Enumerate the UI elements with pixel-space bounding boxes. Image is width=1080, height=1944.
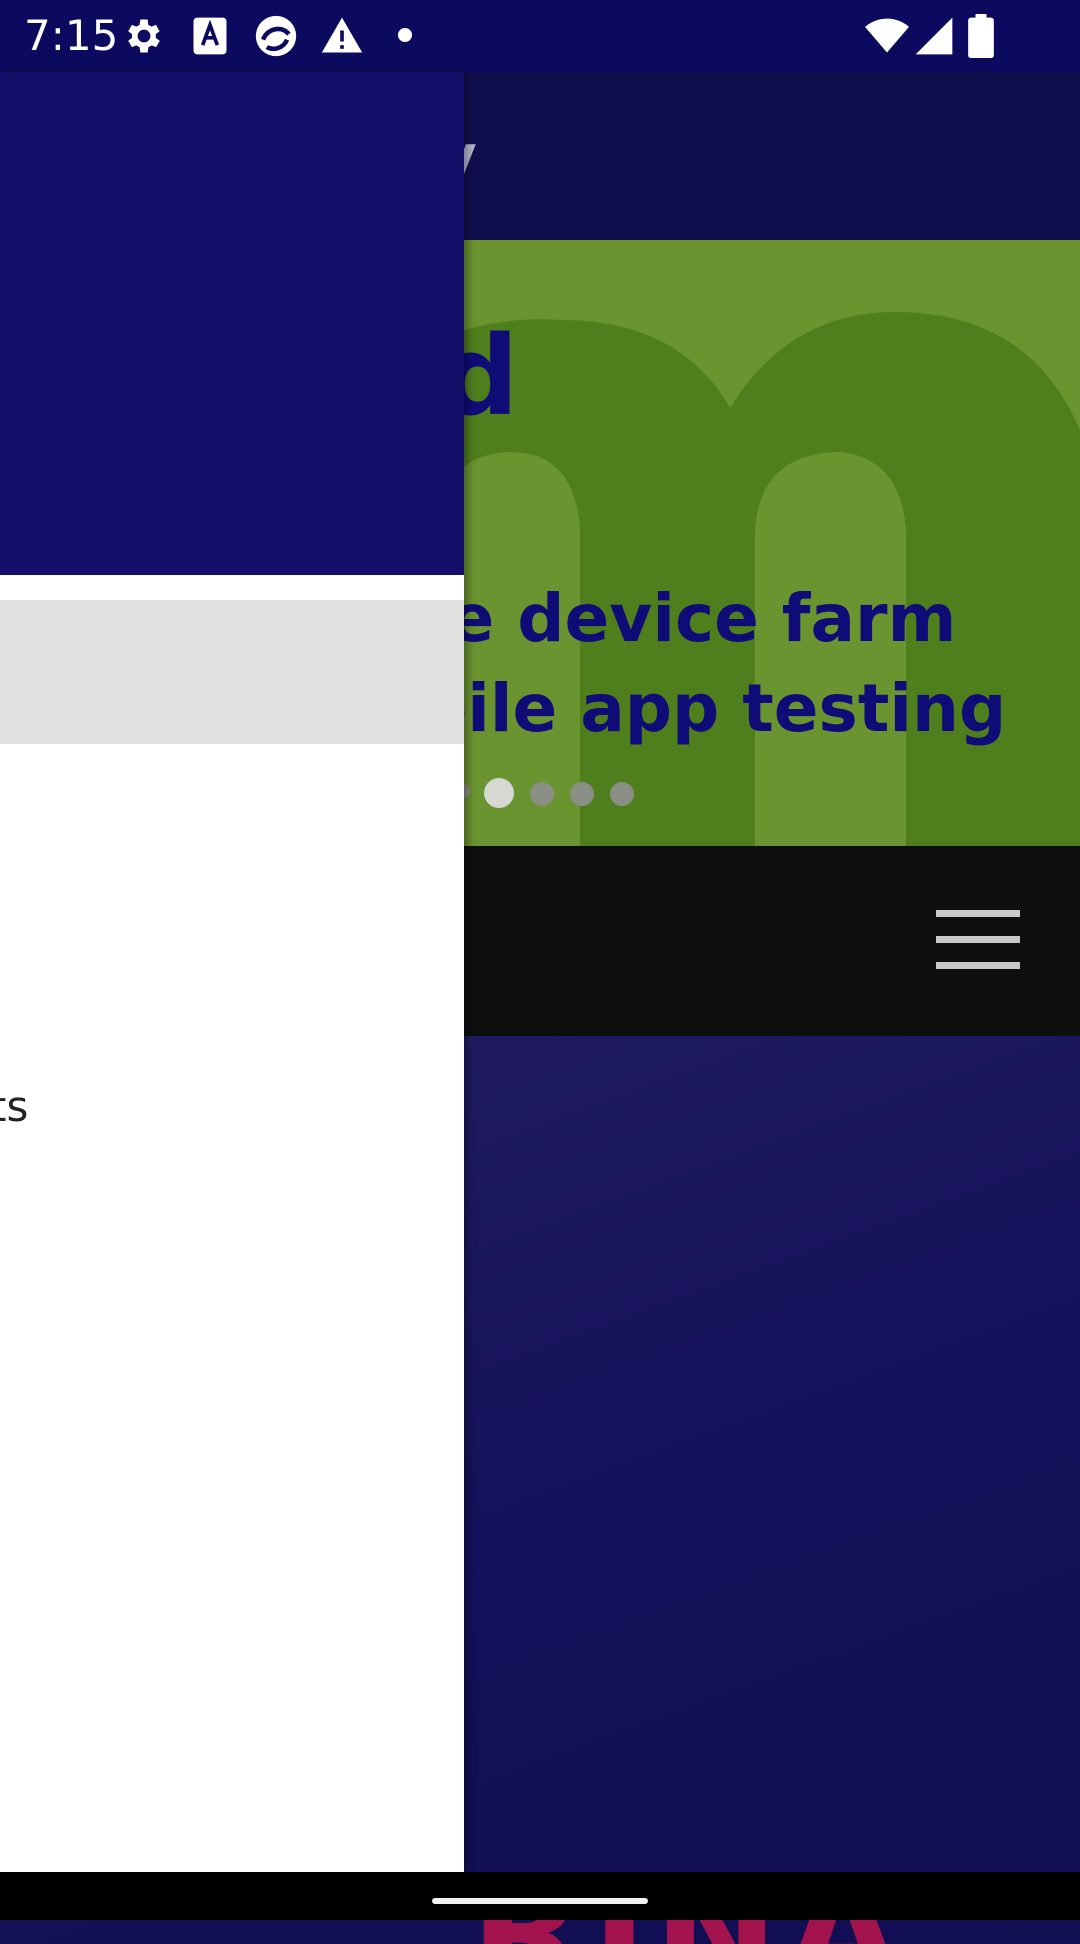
carousel-dot[interactable]: [570, 782, 594, 806]
status-bar: 7:15: [0, 0, 1080, 72]
battery-icon: [966, 14, 996, 58]
hero-subtitle-line2: bile app testing: [420, 670, 1007, 747]
status-time: 7:15: [24, 11, 119, 60]
drawer-item-selected[interactable]: [0, 600, 464, 744]
cell-signal-icon: [912, 14, 956, 58]
wifi-icon: [862, 14, 912, 58]
hamburger-menu-icon[interactable]: [936, 910, 1020, 970]
dot-icon: [398, 28, 412, 42]
hero-subtitle-line1: te device farm: [418, 580, 957, 657]
gear-icon: [122, 14, 166, 58]
drawer-header: [0, 72, 464, 575]
carousel-dot[interactable]: [610, 782, 634, 806]
system-gesture-bar: [0, 1872, 1080, 1920]
gesture-handle[interactable]: [432, 1898, 648, 1904]
carousel-dot[interactable]: [530, 782, 554, 806]
text-a-icon: [188, 14, 232, 58]
swirl-app-icon: [254, 14, 298, 58]
drawer-item-partial-label[interactable]: ts: [0, 1082, 28, 1131]
warning-icon: [320, 14, 364, 58]
navigation-drawer: ts: [0, 72, 464, 1872]
carousel-dot-active[interactable]: [484, 778, 514, 808]
